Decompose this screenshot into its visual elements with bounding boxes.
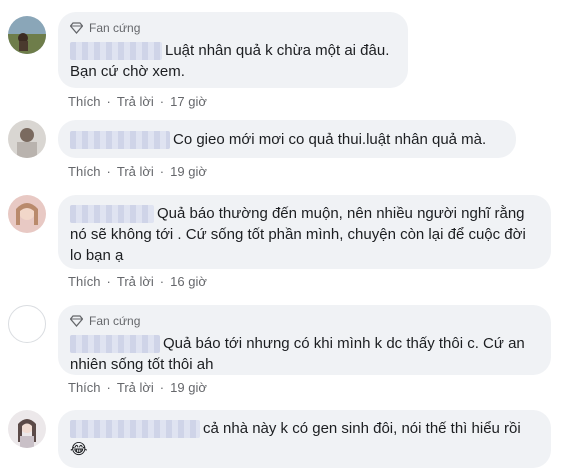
comment-actions: Thích · Trả lời · 17 giờ: [68, 92, 207, 110]
fan-badge: Fan cứng: [70, 313, 539, 329]
like-link[interactable]: Thích: [68, 274, 101, 289]
comment-text: Quả báo thường đến muộn, nên nhiều người…: [70, 203, 539, 266]
separator: ·: [159, 163, 165, 179]
comment-bubble: Fan cứng Quả báo tới nhưng có khi mình k…: [58, 305, 551, 375]
comment-bubble: Quả báo thường đến muộn, nên nhiều người…: [58, 195, 551, 269]
avatar[interactable]: [8, 195, 46, 233]
comment-line: Bạn cứ chờ xem.: [70, 63, 185, 80]
timestamp[interactable]: 19 giờ: [170, 164, 207, 179]
comment-bubble: Co gieo mới mơi co quả thui.luật nhân qu…: [58, 120, 516, 158]
comment-line: nhiên sống tốt thôi ah: [70, 356, 214, 373]
comment-line: Quả báo thường đến muộn, nên nhiều người…: [157, 205, 525, 222]
separator: ·: [106, 93, 111, 109]
timestamp[interactable]: 17 giờ: [170, 94, 207, 109]
avatar[interactable]: [8, 410, 46, 448]
comment-text: cả nhà này k có gen sinh đôi, nói thế th…: [70, 418, 539, 460]
like-link[interactable]: Thích: [68, 164, 101, 179]
like-link[interactable]: Thích: [68, 94, 101, 109]
comment-text: Quả báo tới nhưng có khi mình k dc thấy …: [70, 333, 539, 375]
timestamp[interactable]: 16 giờ: [170, 274, 207, 289]
separator: ·: [106, 379, 111, 395]
comment-line: nó sẽ không tới . Cứ sống tốt phần mình,…: [70, 226, 526, 243]
reply-link[interactable]: Trả lời: [117, 164, 154, 179]
comment-actions: Thích · Trả lời · 19 giờ: [68, 378, 207, 396]
comment-line: Co gieo mới mơi co quả thui.luật nhân qu…: [173, 131, 487, 148]
diamond-icon: [70, 22, 83, 34]
reply-link[interactable]: Trả lời: [117, 94, 154, 109]
fan-badge: Fan cứng: [70, 20, 396, 36]
comment-text: Luật nhân quả k chừa một ai đâu. Bạn cứ …: [70, 40, 396, 82]
comment-line: Quả báo tới nhưng có khi mình k dc thấy …: [163, 335, 525, 352]
comment-line: Luật nhân quả k chừa một ai đâu.: [165, 42, 390, 59]
badge-label: Fan cứng: [89, 21, 141, 35]
comment-line: cả nhà này k có gen sinh đôi, nói thế th…: [203, 420, 521, 437]
separator: ·: [159, 379, 165, 395]
like-link[interactable]: Thích: [68, 380, 101, 395]
comment-bubble: Fan cứng Luật nhân quả k chừa một ai đâu…: [58, 12, 408, 88]
redacted-name: [70, 205, 154, 224]
redacted-name: [70, 131, 170, 150]
separator: ·: [159, 273, 165, 289]
timestamp[interactable]: 19 giờ: [170, 380, 207, 395]
redacted-name: [70, 42, 162, 61]
avatar[interactable]: [8, 120, 46, 158]
redacted-name: [70, 420, 200, 439]
comment-actions: Thích · Trả lời · 16 giờ: [68, 272, 207, 290]
comment-text: Co gieo mới mơi co quả thui.luật nhân qu…: [70, 129, 504, 150]
laughing-emoji-icon: 😂: [70, 441, 88, 458]
comment-actions: Thích · Trả lời · 19 giờ: [68, 162, 207, 180]
reply-link[interactable]: Trả lời: [117, 274, 154, 289]
separator: ·: [106, 163, 111, 179]
reply-link[interactable]: Trả lời: [117, 380, 154, 395]
separator: ·: [159, 93, 165, 109]
separator: ·: [106, 273, 111, 289]
comment-bubble: cả nhà này k có gen sinh đôi, nói thế th…: [58, 410, 551, 468]
avatar[interactable]: [8, 16, 46, 54]
comment-line: lo bạn ạ: [70, 247, 124, 264]
diamond-icon: [70, 315, 83, 327]
redacted-name: [70, 335, 160, 354]
badge-label: Fan cứng: [89, 314, 141, 328]
avatar[interactable]: [8, 305, 46, 343]
